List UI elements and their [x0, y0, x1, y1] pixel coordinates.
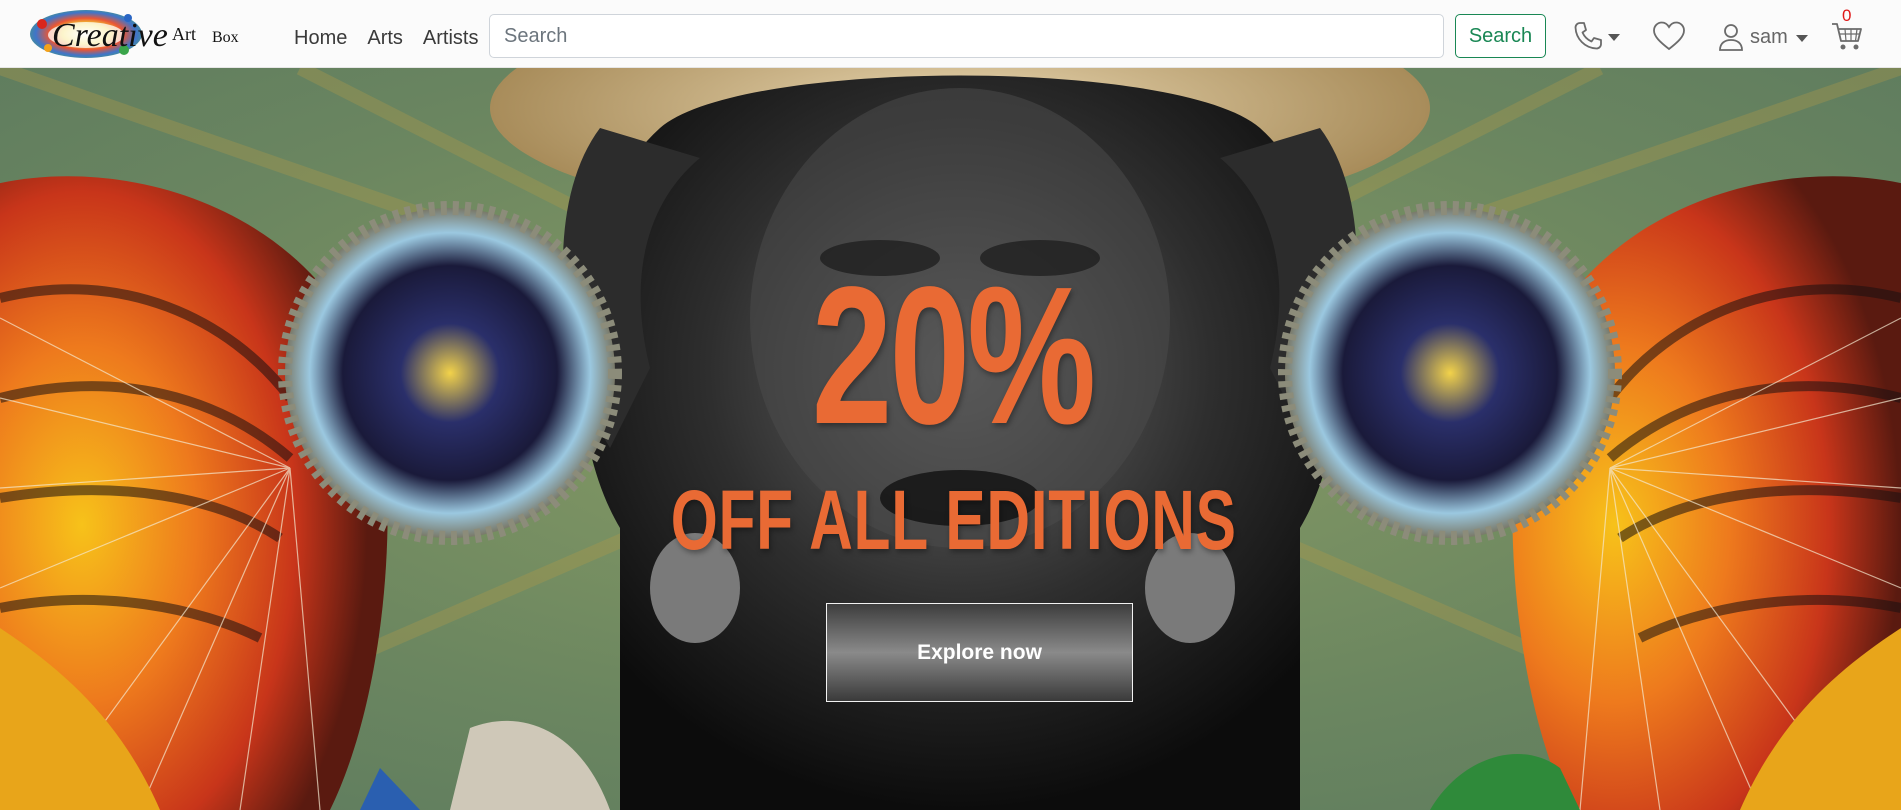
chevron-down-icon	[1608, 33, 1620, 41]
wishlist-button[interactable]	[1652, 18, 1686, 54]
promo-subheadline: OFF ALL EDITIONS	[670, 473, 1237, 567]
user-name: sam	[1750, 25, 1788, 48]
heart-icon	[1653, 21, 1685, 51]
nav-link-home[interactable]: Home	[294, 27, 347, 50]
user-menu[interactable]: sam	[1718, 22, 1808, 52]
nav-link-artists[interactable]: Artists	[423, 27, 479, 50]
cart-button[interactable]	[1830, 18, 1866, 54]
chevron-down-icon	[1795, 34, 1808, 42]
logo-text-art: Art	[172, 24, 196, 44]
brand-logo-image: Creative Art Box	[30, 10, 239, 58]
logo-text-box: Box	[212, 29, 239, 46]
explore-now-button[interactable]: Explore now	[826, 603, 1133, 702]
main-nav: Home Arts Artists	[294, 27, 478, 50]
search-input[interactable]	[489, 14, 1444, 58]
brand-logo[interactable]: Creative Art Box	[28, 8, 258, 60]
logo-text-c: Creative	[52, 17, 168, 54]
top-navbar: Creative Art Box Home Arts Artists Searc…	[0, 0, 1901, 68]
hero-banner: 20% OFF ALL EDITIONS Explore now	[0, 68, 1901, 810]
cart-icon	[1832, 23, 1862, 50]
search-button[interactable]: Search	[1455, 14, 1546, 58]
nav-link-arts[interactable]: Arts	[367, 27, 403, 50]
phone-icon	[1574, 22, 1602, 50]
promo-headline: 20%	[811, 246, 1096, 465]
phone-dropdown[interactable]	[1572, 18, 1620, 54]
user-icon	[1719, 24, 1743, 51]
